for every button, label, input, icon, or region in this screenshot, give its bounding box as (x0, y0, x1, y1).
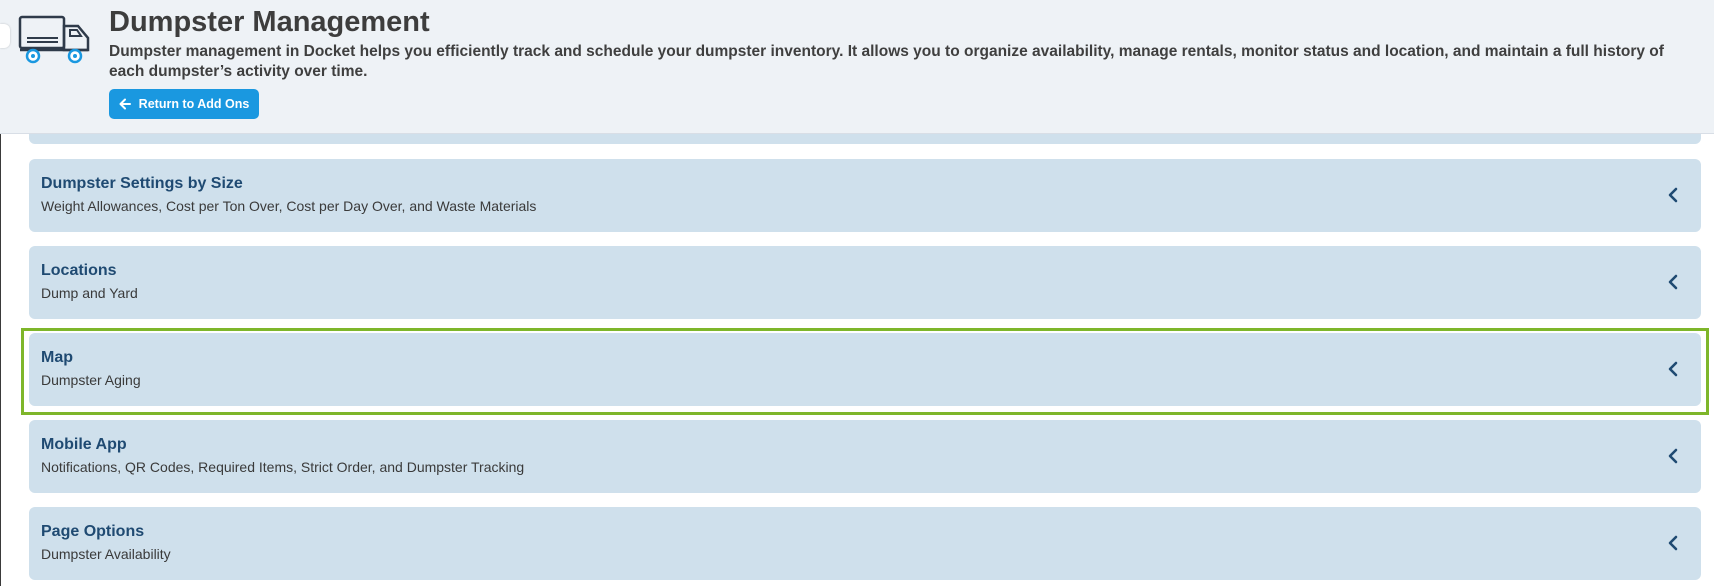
chevron-left-icon[interactable] (1667, 534, 1679, 552)
arrow-left-icon (119, 98, 131, 110)
return-to-add-ons-button[interactable]: Return to Add Ons (109, 89, 259, 119)
card-title: Mobile App (41, 436, 127, 453)
left-border (0, 134, 1, 586)
chevron-left-icon[interactable] (1667, 447, 1679, 465)
card-subtitle: Notifications, QR Codes, Required Items,… (41, 459, 525, 475)
chevron-left-icon[interactable] (1667, 273, 1679, 291)
truck-icon (18, 15, 90, 64)
card-page-options[interactable]: Page Options Dumpster Availability (29, 507, 1701, 580)
page-description: Dumpster management in Docket helps you … (109, 43, 1664, 80)
card-title: Dumpster Settings by Size (41, 175, 243, 192)
return-button-label: Return to Add Ons (138, 97, 250, 111)
card-subtitle: Dumpster Availability (41, 546, 171, 562)
card-title: Page Options (41, 523, 145, 540)
chevron-left-icon[interactable] (1667, 360, 1679, 378)
card-subtitle: Weight Allowances, Cost per Ton Over, Co… (41, 198, 537, 214)
card-mobile-app[interactable]: Mobile App Notifications, QR Codes, Requ… (29, 420, 1701, 493)
page-title: Dumpster Management (109, 6, 430, 38)
card-dumpster-settings-by-size[interactable]: Dumpster Settings by Size Weight Allowan… (29, 159, 1701, 232)
card-locations[interactable]: Locations Dump and Yard (29, 246, 1701, 319)
card-subtitle: Dump and Yard (41, 285, 138, 301)
sidebar-toggle-tab[interactable] (0, 24, 10, 48)
card-subtitle: Dumpster Aging (41, 372, 141, 388)
card-title: Locations (41, 262, 117, 279)
chevron-left-icon[interactable] (1667, 186, 1679, 204)
card-title: Map (41, 349, 73, 366)
card-map[interactable]: Map Dumpster Aging (29, 333, 1701, 406)
page-header: Dumpster Management Dumpster management … (0, 0, 1714, 134)
